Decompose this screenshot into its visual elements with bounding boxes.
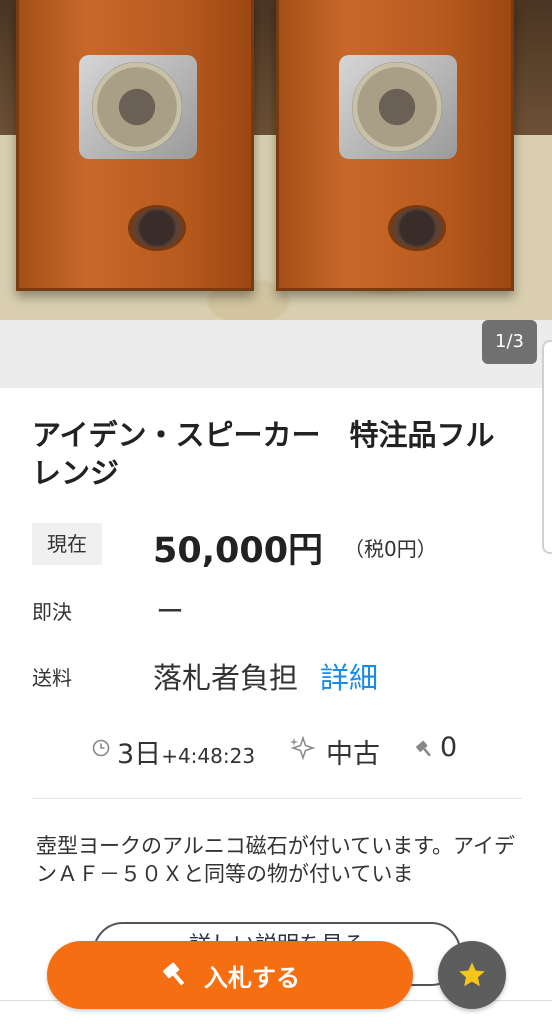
time-remaining-clock: +4:48:23 bbox=[161, 744, 256, 768]
shipping-value: 落札者負担 bbox=[153, 661, 299, 695]
shipping-detail-link[interactable]: 詳細 bbox=[320, 655, 378, 697]
time-remaining-days: 3日 bbox=[117, 739, 162, 770]
shipping-label: 送料 bbox=[32, 666, 72, 690]
current-price-label: 現在 bbox=[32, 523, 102, 565]
bid-count: 0 bbox=[440, 732, 458, 763]
time-remaining: 3日+4:48:23 bbox=[117, 732, 255, 771]
product-photo[interactable] bbox=[0, 0, 552, 320]
tax-amount: （税0円） bbox=[344, 537, 437, 561]
item-condition: 中古 bbox=[326, 739, 380, 770]
scroll-handle[interactable] bbox=[542, 340, 552, 554]
buyout-value: ー bbox=[156, 595, 185, 628]
clock-icon bbox=[92, 739, 110, 757]
item-title: アイデン・スピーカー 特注品フルレンジ bbox=[32, 418, 495, 490]
photo-strip bbox=[0, 320, 552, 388]
watchlist-button[interactable] bbox=[438, 941, 506, 1009]
bass-port bbox=[388, 205, 446, 251]
speaker-left bbox=[16, 0, 254, 291]
gavel-icon bbox=[416, 740, 431, 757]
gavel-icon bbox=[163, 962, 185, 986]
current-price: 50,000円 bbox=[153, 531, 324, 571]
bid-button[interactable]: 入札する bbox=[47, 941, 413, 1009]
driver-cone bbox=[92, 62, 182, 152]
speaker-right bbox=[276, 0, 514, 291]
image-counter: 1/3 bbox=[482, 320, 537, 364]
driver-cone bbox=[352, 62, 442, 152]
description-text: 壺型ヨークのアルニコ磁石が付いています。アイデンＡＦ－５０Ｘと同等の物が付いてい… bbox=[36, 834, 516, 886]
bass-port bbox=[128, 205, 186, 251]
buyout-label: 即決 bbox=[32, 600, 72, 624]
bid-button-label: 入札する bbox=[204, 963, 300, 992]
divider bbox=[32, 798, 522, 799]
star-icon bbox=[459, 962, 485, 987]
sparkle-icon bbox=[290, 736, 316, 760]
